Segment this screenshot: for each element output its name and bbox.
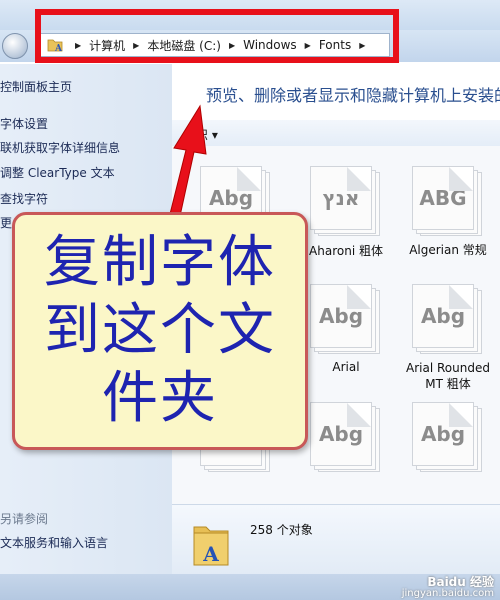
page-fold-icon xyxy=(237,167,261,191)
link-text-services[interactable]: 文本服务和输入语言 xyxy=(0,534,108,551)
font-tile[interactable]: Abg xyxy=(310,402,380,472)
instruction-callout: 复制字体 到这个文 件夹 xyxy=(12,212,308,450)
see-also-heading: 另请参阅 xyxy=(0,512,49,526)
link-font-info-online[interactable]: 联机获取字体详细信息 xyxy=(0,139,120,156)
callout-text: 复制字体 到这个文 件夹 xyxy=(15,229,305,433)
callout-line-3: 件夹 xyxy=(102,366,218,431)
page-fold-icon xyxy=(449,403,473,427)
font-tile[interactable]: אנץ xyxy=(310,166,380,236)
page-fold-icon xyxy=(347,167,371,191)
link-find-character[interactable]: 查找字符 xyxy=(0,190,48,207)
command-bar: 组织 ▾ xyxy=(172,120,500,147)
callout-line-2: 到这个文 xyxy=(44,298,276,363)
callout-line-1: 复制字体 xyxy=(44,230,276,295)
page-fold-icon xyxy=(347,403,371,427)
back-button[interactable] xyxy=(2,33,28,59)
font-preview: Abg xyxy=(412,402,474,466)
organize-button[interactable]: 组织 ▾ xyxy=(184,126,218,143)
details-bar: A 258 个对象 xyxy=(172,504,500,575)
font-tile[interactable]: Abg xyxy=(412,402,482,472)
font-preview: ABG xyxy=(412,166,474,230)
font-tile[interactable]: ABG xyxy=(412,166,482,236)
font-preview: אנץ xyxy=(310,166,372,230)
status-strip: Baidu 经验 jingyan.baidu.com xyxy=(0,574,500,600)
page-fold-icon xyxy=(449,167,473,191)
object-count: 258 个对象 xyxy=(250,523,313,537)
watermark: Baidu 经验 jingyan.baidu.com xyxy=(401,575,494,599)
fonts-folder-icon: A xyxy=(193,526,229,566)
link-font-settings[interactable]: 字体设置 xyxy=(0,115,48,132)
link-more[interactable]: 更 xyxy=(0,214,12,231)
font-preview: Abg xyxy=(310,402,372,466)
font-name-label: Arial Rounded MT 粗体 xyxy=(406,361,490,391)
font-name-label: Algerian 常规 xyxy=(409,243,487,257)
page-fold-icon xyxy=(449,285,473,309)
font-tile[interactable]: Abg xyxy=(310,284,380,354)
svg-text:A: A xyxy=(202,542,219,566)
font-preview: Abg xyxy=(310,284,372,348)
watermark-logo: Baidu 经验 xyxy=(427,575,494,589)
watermark-url: jingyan.baidu.com xyxy=(401,588,494,599)
font-tile[interactable]: Abg xyxy=(412,284,482,354)
content-description: 预览、删除或者显示和隐藏计算机上安装的 xyxy=(206,86,500,105)
address-highlight-box xyxy=(35,9,399,63)
font-preview: Abg xyxy=(412,284,474,348)
link-adjust-cleartype[interactable]: 调整 ClearType 文本 xyxy=(0,164,115,181)
font-name-label: Arial xyxy=(332,360,360,374)
link-control-panel-home[interactable]: 控制面板主页 xyxy=(0,78,72,95)
page-fold-icon xyxy=(347,285,371,309)
font-name-label: Aharoni 粗体 xyxy=(309,244,383,258)
